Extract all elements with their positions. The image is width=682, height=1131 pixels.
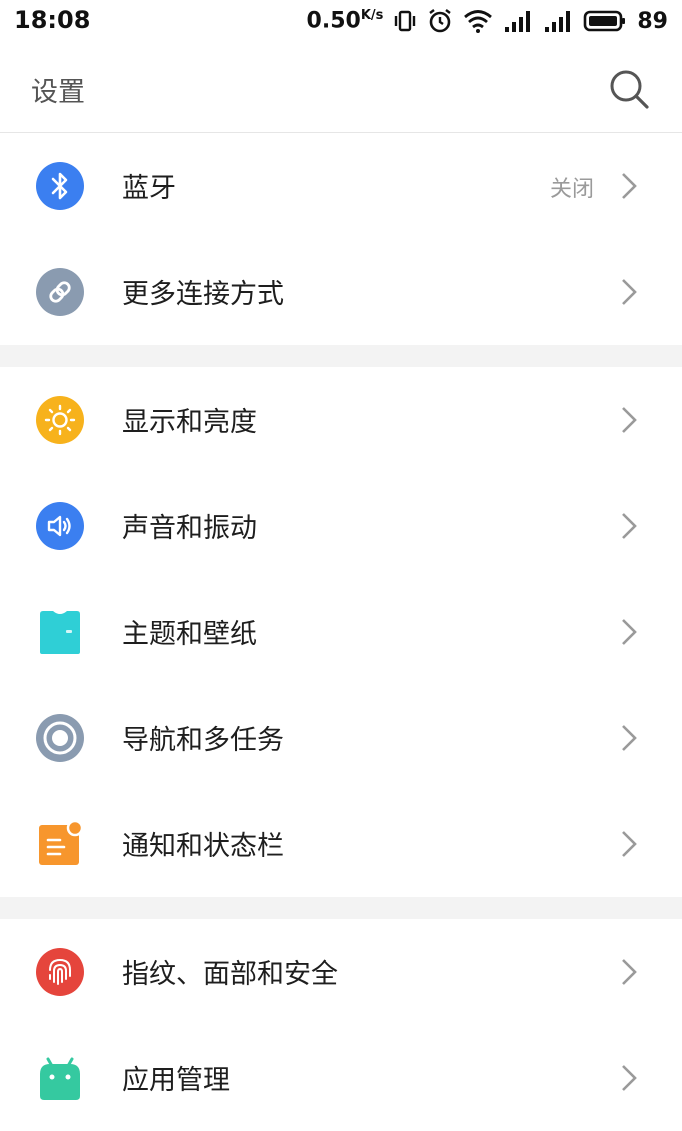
notification-icon: [39, 820, 84, 865]
alarm-icon: [429, 9, 452, 33]
status-bar: 18:08 0.50K/s 89: [0, 0, 682, 44]
chevron-right-icon: [622, 619, 637, 645]
network-speed: 0.50K/s: [306, 8, 384, 34]
battery-level: 89: [637, 8, 668, 34]
chevron-right-icon: [622, 173, 637, 199]
settings-list: 蓝牙 关闭 更多连接方式 显示和亮度 声音和振动 主题和壁纸 导航和多任务 通知…: [0, 133, 682, 1131]
battery-icon: [584, 10, 626, 32]
navigation-icon: [36, 714, 84, 762]
settings-item-bluetooth[interactable]: 蓝牙 关闭: [0, 133, 682, 239]
settings-item-theme[interactable]: 主题和壁纸: [0, 579, 682, 685]
settings-item-sound[interactable]: 声音和振动: [0, 473, 682, 579]
settings-item-display[interactable]: 显示和亮度: [0, 367, 682, 473]
bluetooth-status: 关闭: [549, 177, 594, 202]
settings-item-label: 导航和多任务: [122, 725, 284, 756]
chevron-right-icon: [622, 1065, 637, 1091]
settings-item-notifications[interactable]: 通知和状态栏: [0, 791, 682, 897]
chevron-right-icon: [622, 959, 637, 985]
settings-item-label: 通知和状态栏: [122, 831, 284, 862]
status-icons: 0.50K/s 89: [307, 6, 668, 36]
settings-item-label: 更多连接方式: [122, 279, 284, 310]
settings-item-label: 指纹、面部和安全: [122, 959, 338, 990]
tshirt-icon: [40, 611, 80, 654]
vibrate-icon: [395, 10, 416, 32]
header: 设置: [0, 44, 682, 133]
chevron-right-icon: [622, 407, 637, 433]
page-title: 设置: [31, 77, 85, 108]
chevron-right-icon: [622, 831, 637, 857]
signal-icon-2: [545, 11, 571, 32]
settings-item-apps[interactable]: 应用管理: [0, 1025, 682, 1131]
settings-item-security[interactable]: 指纹、面部和安全: [0, 919, 682, 1025]
settings-item-label: 显示和亮度: [122, 407, 257, 438]
android-icon: [40, 1057, 80, 1100]
group-divider: [0, 345, 682, 367]
fingerprint-icon: [36, 948, 84, 996]
wifi-icon: [464, 10, 493, 33]
settings-item-label: 主题和壁纸: [122, 619, 257, 650]
search-icon[interactable]: [606, 66, 652, 112]
group-divider: [0, 897, 682, 919]
brightness-icon: [36, 396, 84, 444]
status-time: 18:08: [14, 6, 91, 34]
signal-icon-1: [505, 11, 531, 32]
chevron-right-icon: [622, 513, 637, 539]
bluetooth-icon: [36, 162, 84, 210]
settings-item-label: 蓝牙: [122, 173, 176, 204]
settings-item-navigation[interactable]: 导航和多任务: [0, 685, 682, 791]
chevron-right-icon: [622, 279, 637, 305]
settings-item-label: 应用管理: [122, 1065, 230, 1096]
speaker-icon: [36, 502, 84, 550]
settings-item-more-connections[interactable]: 更多连接方式: [0, 239, 682, 345]
link-icon: [36, 268, 84, 316]
chevron-right-icon: [622, 725, 637, 751]
settings-item-label: 声音和振动: [122, 513, 257, 544]
